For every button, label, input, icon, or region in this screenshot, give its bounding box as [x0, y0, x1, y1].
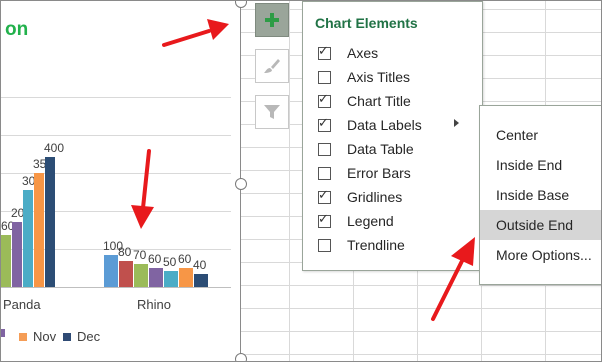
data-label: 60 [148, 251, 162, 266]
option-chart-title[interactable]: ✓ Chart Title [318, 90, 478, 112]
option-label: Data Labels [347, 117, 422, 133]
checkbox[interactable] [318, 238, 331, 252]
legend-label: Dec [77, 329, 101, 344]
checkmark-icon: ✓ [318, 186, 329, 202]
data-label: 50 [163, 254, 177, 269]
gridline [1, 135, 231, 136]
bar-rhino-s2[interactable] [134, 264, 148, 287]
bar-rhino-s3[interactable] [149, 267, 163, 287]
option-data-table[interactable]: Data Table [318, 138, 478, 160]
paintbrush-icon [264, 59, 280, 73]
checkbox[interactable] [318, 142, 331, 156]
bar-rhino-s1[interactable] [119, 261, 133, 287]
checkbox[interactable]: ✓ [318, 42, 331, 60]
resize-handle-bottom-right[interactable] [235, 353, 247, 361]
checkmark-icon: ✓ [318, 42, 329, 58]
option-legend[interactable]: ✓ Legend [318, 210, 478, 232]
data-label: 400 [44, 141, 65, 155]
gridline [1, 97, 231, 98]
chart-filters-button[interactable] [255, 95, 289, 129]
x-axis-line [1, 287, 231, 288]
legend-entry-nov: Nov [19, 329, 56, 344]
submenu-item-more-options[interactable]: More Options... [480, 240, 601, 270]
checkmark-icon: ✓ [318, 210, 329, 226]
legend-swatch [1, 329, 5, 337]
option-label: Axis Titles [347, 69, 411, 85]
chart-elements-button[interactable] [255, 3, 289, 37]
option-label: Trendline [347, 237, 405, 253]
bar-panda-s4[interactable] [23, 189, 33, 287]
data-label: 80 [118, 245, 132, 259]
option-label: Error Bars [347, 165, 411, 181]
resize-handle-right[interactable] [235, 178, 247, 190]
screenshot-frame: on 100 80 60 70 200 60 300 50 350 60 400 40 Panda R… [0, 0, 602, 362]
data-label: 40 [193, 258, 207, 272]
option-axes[interactable]: ✓ Axes [318, 42, 478, 64]
option-error-bars[interactable]: Error Bars [318, 162, 478, 184]
checkbox[interactable]: ✓ [318, 114, 331, 132]
data-label: 60 [178, 251, 192, 266]
chart-elements-panel: Chart Elements ✓ Axes Axis Titles ✓ Chart Ti… [302, 1, 483, 271]
legend-swatch [19, 332, 27, 341]
option-label: Chart Title [347, 93, 411, 109]
bar-panda-s3[interactable] [12, 222, 22, 287]
plus-icon [265, 13, 279, 27]
submenu-item-inside-end[interactable]: Inside End [480, 150, 601, 180]
checkmark-icon: ✓ [318, 90, 329, 106]
option-gridlines[interactable]: ✓ Gridlines [318, 186, 478, 208]
checkbox[interactable]: ✓ [318, 186, 331, 204]
checkbox[interactable] [318, 70, 331, 84]
bar-rhino-s5[interactable] [179, 267, 193, 287]
chart-title[interactable]: on [5, 19, 28, 41]
checkmark-icon: ✓ [318, 114, 329, 130]
legend-label: Nov [33, 329, 57, 344]
checkbox[interactable] [318, 166, 331, 180]
filter-icon [264, 105, 280, 119]
submenu-item-center[interactable]: Center [480, 120, 601, 150]
submenu-item-inside-base[interactable]: Inside Base [480, 180, 601, 210]
submenu-item-outside-end[interactable]: Outside End [480, 210, 601, 240]
bar-panda-s2[interactable] [1, 235, 11, 287]
legend-swatch [63, 332, 71, 341]
bar-panda-s6[interactable] [45, 157, 55, 287]
option-axis-titles[interactable]: Axis Titles [318, 66, 478, 88]
bar-panda-s5[interactable] [34, 173, 44, 287]
data-labels-submenu: Center Inside End Inside Base Outside End Mo… [479, 105, 601, 285]
panel-title: Chart Elements [315, 15, 418, 31]
category-label-panda: Panda [3, 297, 41, 312]
option-label: Legend [347, 213, 394, 229]
data-labels-submenu-arrow-icon[interactable] [454, 119, 459, 127]
bar-rhino-s0[interactable] [104, 254, 118, 287]
legend-partial-entry [1, 329, 11, 337]
chart-area[interactable]: on 100 80 60 70 200 60 300 50 350 60 400 40 Panda R… [1, 1, 241, 361]
data-label: 70 [133, 248, 147, 263]
option-label: Gridlines [347, 189, 403, 205]
bar-rhino-s4[interactable] [164, 270, 178, 287]
chart-styles-button[interactable] [255, 49, 289, 83]
legend-entry-dec: Dec [63, 329, 100, 344]
option-trendline[interactable]: Trendline [318, 234, 478, 256]
option-label: Axes [347, 45, 379, 61]
category-label-rhino: Rhino [137, 297, 171, 312]
option-label: Data Table [347, 141, 414, 157]
checkbox[interactable]: ✓ [318, 90, 331, 108]
bar-rhino-s6[interactable] [194, 274, 208, 287]
checkbox[interactable]: ✓ [318, 210, 331, 228]
